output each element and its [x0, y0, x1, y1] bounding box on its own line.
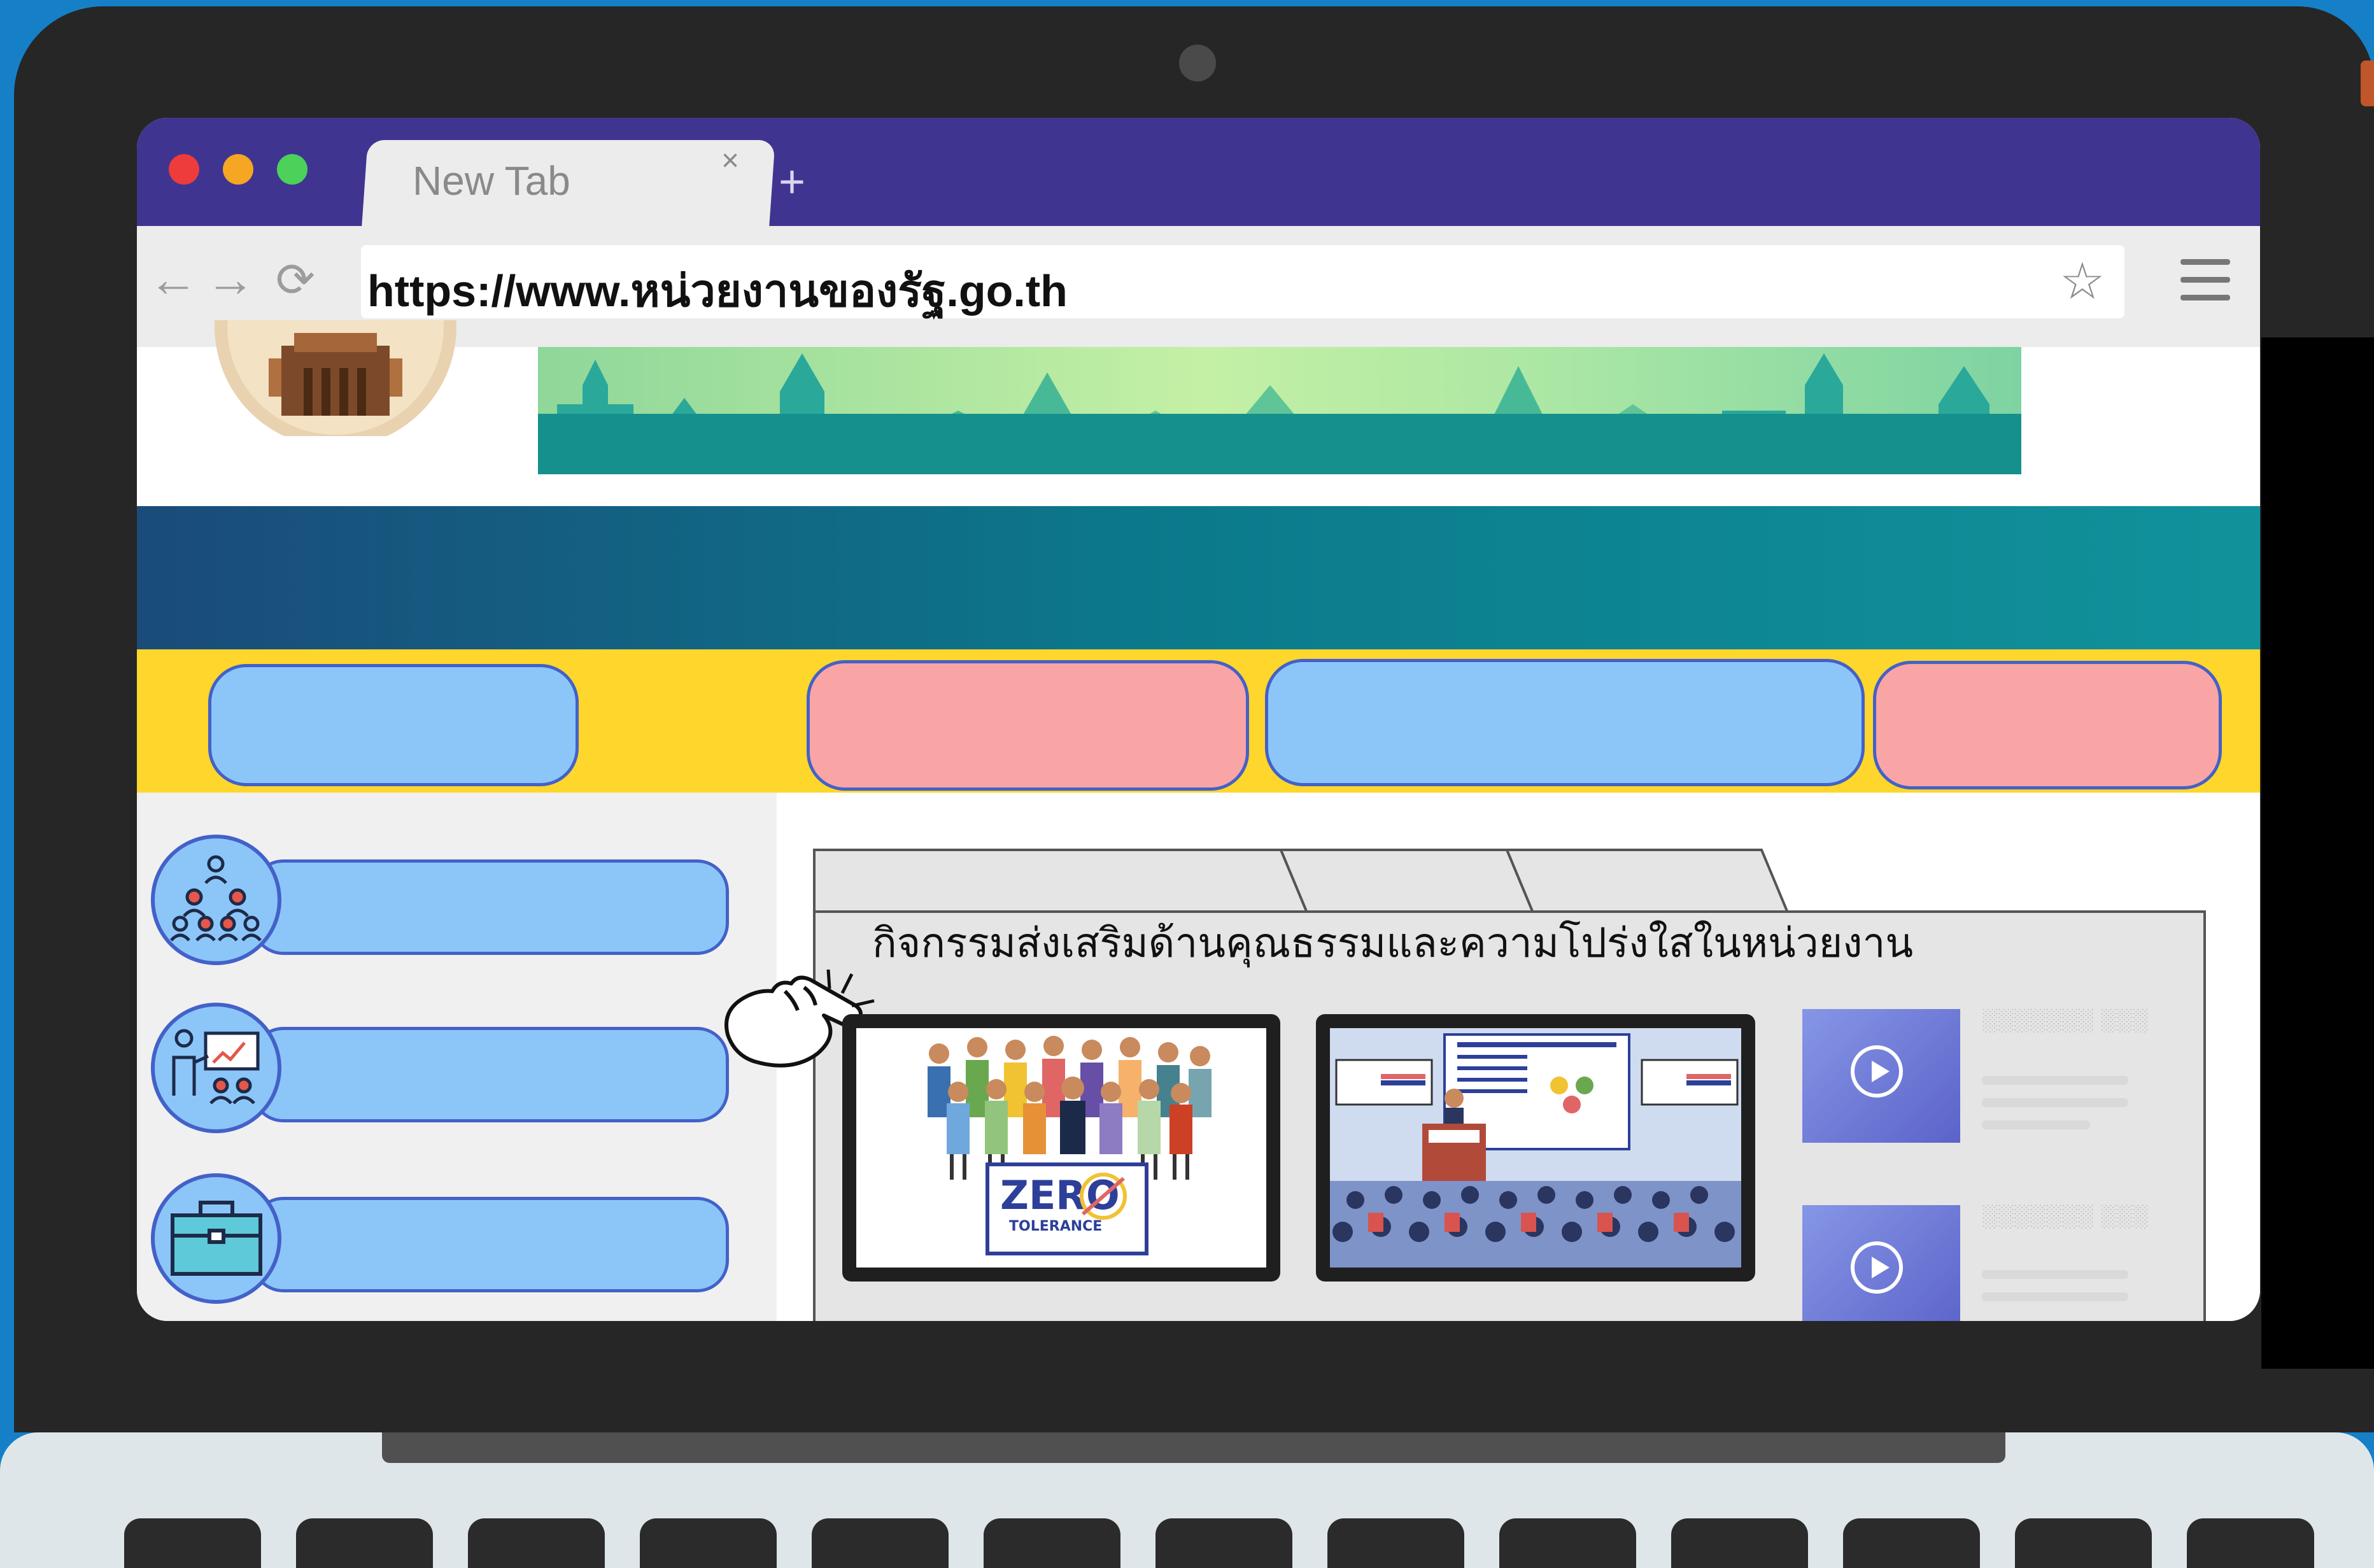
menu-button-2[interactable]: [807, 660, 1249, 791]
keyboard-key: [640, 1518, 777, 1568]
video-thumbnail[interactable]: [1802, 1205, 1960, 1321]
activity-thumbnail-zero-tolerance[interactable]: ZERO TOLERANCE: [842, 1014, 1280, 1282]
keyboard-key: [1327, 1518, 1464, 1568]
keyboard-key: [1671, 1518, 1808, 1568]
video-thumbnail[interactable]: [1802, 1009, 1960, 1143]
forward-arrow-icon[interactable]: →: [206, 250, 255, 308]
bookmark-star-icon[interactable]: ☆: [2060, 251, 2105, 311]
url-text[interactable]: https://www.หน่วยงานของรัฐ.go.th: [367, 255, 1068, 326]
section-title: กิจกรรมส่งเสริมด้านคุณธรรมและความโปร่งใส…: [872, 920, 1914, 967]
keyboard-key: [812, 1518, 949, 1568]
close-tab-icon[interactable]: ×: [721, 143, 739, 178]
menu-button-1[interactable]: [208, 664, 579, 786]
keyboard-key: [124, 1518, 261, 1568]
menu-button-3[interactable]: [1265, 659, 1865, 786]
video-title: ░░░░░░░ ░░░: [1982, 1204, 2149, 1228]
hamburger-menu-icon[interactable]: [2180, 259, 2230, 313]
close-window-button[interactable]: [169, 154, 199, 185]
tolerance-text: TOLERANCE: [1009, 1218, 1102, 1234]
play-icon[interactable]: [1851, 1241, 1903, 1294]
menu-button-4[interactable]: [1873, 661, 2222, 789]
briefcase-icon: [151, 1173, 281, 1304]
banner-base: [538, 414, 2021, 474]
sidebar-item-organization[interactable]: [251, 859, 729, 955]
video-meta-line: [1982, 1270, 2128, 1279]
keyboard-key: [2015, 1518, 2152, 1568]
keyboard-key: [2187, 1518, 2314, 1568]
browser-window: New Tab × + ← → ⟳ https://www.หน่วยงานขอ…: [137, 118, 2260, 1321]
presentation-icon: [151, 1003, 281, 1133]
video-meta-line: [1982, 1120, 2090, 1129]
sidebar-item-presentation[interactable]: [251, 1027, 729, 1122]
laptop-hinge: [382, 1432, 2005, 1463]
video-meta-line: [1982, 1076, 2128, 1085]
camera-icon: [1179, 45, 1216, 81]
side-marker: [2361, 60, 2374, 106]
keyboard-key: [1155, 1518, 1292, 1568]
back-arrow-icon[interactable]: ←: [148, 250, 198, 308]
video-meta-line: [1982, 1292, 2128, 1301]
organization-people-icon: [151, 835, 281, 965]
keyboard-key: [1499, 1518, 1636, 1568]
video-meta-line: [1982, 1098, 2128, 1107]
maximize-window-button[interactable]: [277, 154, 307, 185]
navigation-stripe: [137, 506, 2260, 649]
activity-thumbnail-seminar[interactable]: [1316, 1014, 1755, 1282]
keyboard-key: [1843, 1518, 1980, 1568]
video-title: ░░░░░░░ ░░░: [1982, 1008, 2149, 1032]
folder-tabs: [813, 849, 1792, 919]
new-tab-button[interactable]: +: [779, 156, 805, 208]
agency-logo[interactable]: [208, 320, 463, 436]
keyboard-key: [984, 1518, 1120, 1568]
reload-icon[interactable]: ⟳: [276, 253, 315, 307]
play-icon[interactable]: [1851, 1045, 1903, 1098]
sidebar-item-work[interactable]: [251, 1197, 729, 1292]
keyboard-key: [296, 1518, 433, 1568]
dark-side-panel: [2261, 337, 2374, 1369]
keyboard-key: [468, 1518, 605, 1568]
tab-title: New Tab: [413, 158, 570, 204]
minimize-window-button[interactable]: [223, 154, 253, 185]
